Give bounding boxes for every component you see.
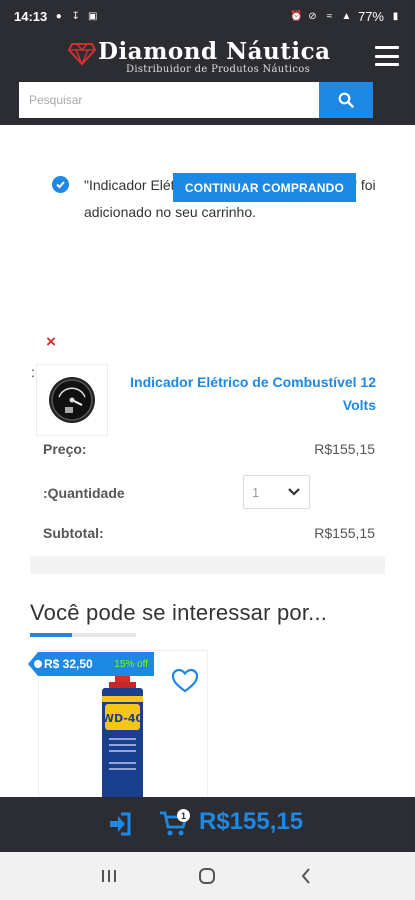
cart-total[interactable]: R$155,15	[199, 808, 303, 836]
recent-apps-button[interactable]	[89, 856, 129, 896]
check-circle-icon	[52, 176, 69, 193]
title-underline	[30, 633, 136, 637]
price-label: Preço:	[43, 441, 87, 457]
related-products-title: Você pode se interessar por...	[30, 600, 328, 625]
quantity-select[interactable]: 1	[243, 475, 310, 509]
fuel-gauge-image	[49, 377, 95, 423]
back-icon	[301, 868, 310, 884]
wd40-can-image: WD-40	[102, 676, 144, 806]
chevron-down-icon	[288, 488, 300, 496]
download-icon: ↧	[71, 10, 80, 22]
login-icon[interactable]	[107, 811, 133, 837]
status-time: 14:13	[14, 8, 48, 24]
search-input[interactable]	[19, 82, 319, 118]
price-dot	[34, 660, 42, 668]
home-button[interactable]	[187, 856, 227, 896]
diamond-logo-icon	[68, 43, 96, 66]
quantity-label: :Quantidade	[43, 485, 125, 501]
section-divider	[30, 556, 385, 574]
bottom-cart-bar: 1 R$155,15	[0, 797, 415, 852]
search-bar	[19, 82, 373, 118]
battery-level: 77%	[357, 8, 384, 24]
logo-subtitle: Distribuidor de Produtos Náuticos	[126, 64, 311, 75]
price-value: R$155,15	[314, 441, 375, 457]
alarm-icon: ⏰	[289, 10, 303, 22]
notification-icon: ●	[55, 10, 62, 22]
signal-icon: ▲	[341, 10, 352, 22]
product-thumbnail[interactable]	[36, 364, 108, 436]
cart-count-badge: 1	[177, 809, 190, 822]
back-button[interactable]	[286, 856, 326, 896]
recent-apps-icon	[102, 870, 117, 882]
logo-title: Diamond Náutica	[98, 38, 331, 65]
product-price: R$ 32,50	[44, 657, 93, 671]
subtotal-value: R$155,15	[314, 525, 375, 541]
status-bar: 14:13 ● ↧ ▣ ⏰ ⊘ ≈ ▲ 77% ▮	[0, 0, 415, 32]
remove-item-button[interactable]: ×	[46, 332, 56, 352]
thumbnail-label: :	[31, 364, 35, 380]
svg-text:WD-40: WD-40	[102, 712, 144, 725]
site-logo[interactable]: Diamond Náutica Distribuidor de Produtos…	[68, 38, 358, 78]
subtotal-label: Subtotal:	[43, 525, 104, 541]
price-tag: R$ 32,50 15% off	[28, 652, 154, 676]
system-nav-bar	[0, 852, 415, 900]
search-button[interactable]	[319, 82, 373, 118]
quantity-value: 1	[252, 484, 260, 500]
wifi-icon: ≈	[326, 10, 333, 22]
heart-icon[interactable]	[171, 668, 199, 694]
menu-icon[interactable]	[375, 46, 399, 66]
discount-badge: 15% off	[114, 658, 148, 670]
mute-icon: ⊘	[308, 10, 317, 22]
image-icon: ▣	[88, 10, 98, 22]
search-icon	[338, 92, 354, 108]
site-header: Diamond Náutica Distribuidor de Produtos…	[0, 32, 415, 125]
continue-shopping-button[interactable]: CONTINUAR COMPRANDO	[173, 173, 356, 202]
battery-icon: ▮	[392, 10, 399, 22]
home-icon	[199, 868, 216, 884]
product-name-link[interactable]: Indicador Elétrico de Combustível 12 Vol…	[124, 371, 376, 417]
